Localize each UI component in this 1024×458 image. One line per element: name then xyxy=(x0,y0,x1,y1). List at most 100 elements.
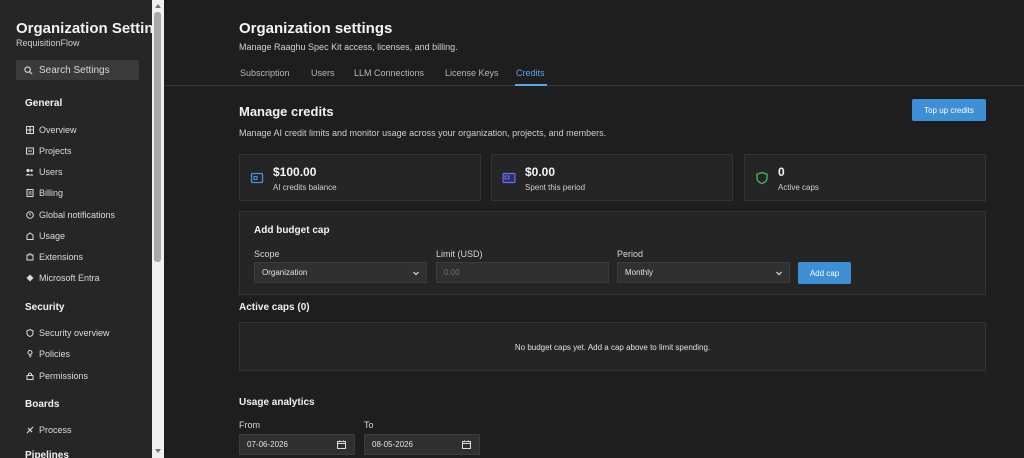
sidebar-item-policies[interactable]: Policies xyxy=(25,349,70,359)
from-date-value: 07-06-2026 xyxy=(247,440,288,449)
section-boards: Boards xyxy=(25,399,60,410)
sidebar-item-security-overview[interactable]: Security overview xyxy=(25,328,110,338)
stat-label: Spent this period xyxy=(525,183,586,192)
period-value: Monthly xyxy=(625,268,654,277)
scope-label: Scope xyxy=(254,249,280,259)
stat-card-balance: $100.00 AI credits balance xyxy=(239,154,481,201)
from-label: From xyxy=(239,420,260,430)
sidebar-item-label: Billing xyxy=(39,188,64,198)
section-title: Manage credits xyxy=(239,104,334,119)
stat-value: $0.00 xyxy=(525,165,556,179)
section-security: Security xyxy=(25,302,65,313)
sidebar-item-label: Projects xyxy=(39,146,72,156)
sidebar-item-overview[interactable]: Overview xyxy=(25,125,77,135)
usage-icon xyxy=(25,232,34,241)
sidebar-item-label: Policies xyxy=(39,349,71,359)
projects-icon xyxy=(25,147,34,156)
section-general: General xyxy=(25,98,63,109)
shield-icon xyxy=(756,171,768,185)
add-budget-cap-panel: Add budget cap Scope Organization Limit … xyxy=(239,211,986,295)
sidebar-item-microsoft-entra[interactable]: Microsoft Entra xyxy=(25,273,100,283)
limit-placeholder: 0.00 xyxy=(444,268,460,277)
tab-llm-connections[interactable]: LLM Connections xyxy=(354,68,424,78)
sidebar-item-label: Security overview xyxy=(39,328,110,338)
limit-label: Limit (USD) xyxy=(436,249,483,259)
search-input[interactable] xyxy=(39,64,134,76)
sidebar-item-global-notifications[interactable]: Global notifications xyxy=(25,210,115,220)
notification-icon xyxy=(25,211,34,220)
key-icon xyxy=(25,350,34,359)
diamond-icon xyxy=(25,274,34,283)
sidebar-item-label: Extensions xyxy=(39,252,84,262)
sidebar-item-label: Overview xyxy=(39,125,77,135)
active-caps-title: Active caps (0) xyxy=(239,302,310,313)
to-date-value: 08-05-2026 xyxy=(372,440,413,449)
section-description: Manage AI credit limits and monitor usag… xyxy=(239,128,607,138)
sidebar-title: Organization Settin... xyxy=(16,20,152,37)
sidebar-item-label: Usage xyxy=(39,231,66,241)
scope-select[interactable]: Organization xyxy=(254,262,427,283)
lock-icon xyxy=(25,372,34,381)
users-icon xyxy=(25,168,34,177)
process-icon xyxy=(25,426,34,435)
sidebar-item-users[interactable]: Users xyxy=(25,167,63,177)
page-title: Organization settings xyxy=(239,20,393,37)
add-cap-button[interactable]: Add cap xyxy=(798,262,851,284)
page-subtitle: Manage Raaghu Spec Kit access, licenses,… xyxy=(239,42,458,52)
calendar-icon[interactable] xyxy=(337,440,346,449)
panel-title: Add budget cap xyxy=(254,225,330,236)
extensions-icon xyxy=(25,253,34,262)
tab-subscription[interactable]: Subscription xyxy=(240,68,290,78)
main-content: Organization settings Manage Raaghu Spec… xyxy=(164,0,1024,458)
sidebar-item-process[interactable]: Process xyxy=(25,425,72,435)
calendar-icon[interactable] xyxy=(462,440,471,449)
tab-users[interactable]: Users xyxy=(311,68,335,78)
sidebar-item-label: Users xyxy=(39,167,63,177)
to-date-input[interactable]: 08-05-2026 xyxy=(364,434,480,455)
active-caps-panel: No budget caps yet. Add a cap above to l… xyxy=(239,322,986,371)
wallet-icon xyxy=(250,172,264,184)
limit-input[interactable]: 0.00 xyxy=(436,262,609,283)
chevron-down-icon xyxy=(776,271,782,276)
usage-analytics-title: Usage analytics xyxy=(239,397,315,408)
card-icon xyxy=(502,172,516,184)
scope-value: Organization xyxy=(262,268,308,277)
stat-value: 0 xyxy=(778,165,785,179)
stat-card-spent: $0.00 Spent this period xyxy=(491,154,733,201)
sidebar-item-projects[interactable]: Projects xyxy=(25,146,72,156)
sidebar-search[interactable] xyxy=(16,60,139,80)
page-header: Organization settings Manage Raaghu Spec… xyxy=(164,0,1024,86)
sidebar-item-billing[interactable]: Billing xyxy=(25,188,63,198)
grid-icon xyxy=(25,126,34,135)
organization-name: RequisitionFlow xyxy=(16,38,80,48)
tab-credits[interactable]: Credits xyxy=(516,68,545,78)
stat-value: $100.00 xyxy=(273,165,317,179)
tab-license-keys[interactable]: License Keys xyxy=(445,68,499,78)
period-label: Period xyxy=(617,249,644,259)
stat-label: Active caps xyxy=(778,183,819,192)
sidebar-item-label: Permissions xyxy=(39,371,89,381)
sidebar-scrollbar[interactable] xyxy=(152,0,164,458)
sidebar-item-usage[interactable]: Usage xyxy=(25,231,65,241)
section-pipelines: Pipelines xyxy=(25,450,69,458)
to-label: To xyxy=(364,420,374,430)
empty-state-text: No budget caps yet. Add a cap above to l… xyxy=(514,343,711,352)
stat-card-active-caps: 0 Active caps xyxy=(744,154,986,201)
scrollbar-thumb[interactable] xyxy=(154,12,161,262)
period-select[interactable]: Monthly xyxy=(617,262,790,283)
sidebar-item-extensions[interactable]: Extensions xyxy=(25,252,83,262)
sidebar-item-label: Global notifications xyxy=(39,210,116,220)
sidebar: Organization Settin... RequisitionFlow G… xyxy=(0,0,152,458)
chevron-down-icon xyxy=(413,271,419,276)
top-up-credits-button[interactable]: Top up credits xyxy=(912,99,986,121)
scroll-up-icon[interactable] xyxy=(154,3,162,9)
scroll-down-icon[interactable] xyxy=(154,448,162,454)
billing-icon xyxy=(25,189,34,198)
search-icon xyxy=(24,65,33,75)
shield-icon xyxy=(25,329,34,338)
from-date-input[interactable]: 07-06-2026 xyxy=(239,434,355,455)
active-tab-indicator xyxy=(515,84,547,86)
stat-label: AI credits balance xyxy=(273,183,337,192)
sidebar-item-permissions[interactable]: Permissions xyxy=(25,371,88,381)
sidebar-item-label: Process xyxy=(39,425,72,435)
